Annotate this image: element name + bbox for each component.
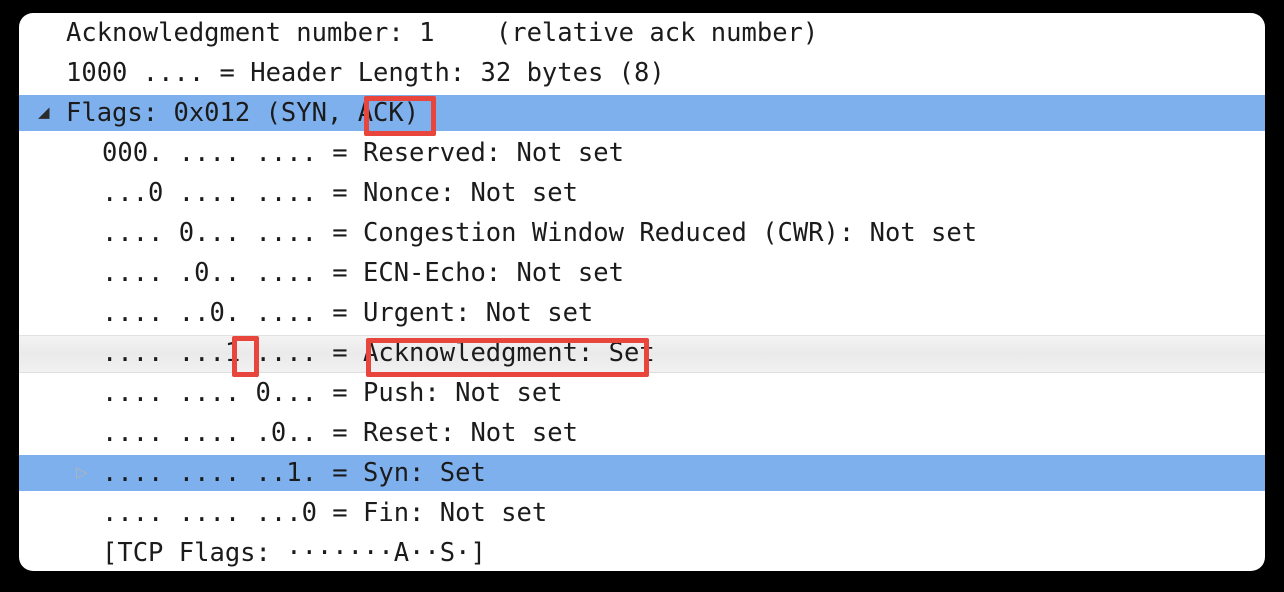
tree-row-label: .... .... ...0 = Fin: Not set: [102, 498, 548, 528]
tree-row-cwr[interactable]: .... 0... .... = Congestion Window Reduc…: [19, 213, 1265, 253]
triangle-glyph: ▷: [76, 463, 88, 481]
triangle-glyph: ◢: [38, 103, 50, 121]
tree-row-label: .... ...1 .... = Acknowledgment: Set: [102, 338, 655, 368]
tree-row-label: .... .... 0... = Push: Not set: [102, 378, 563, 408]
tree-row-push[interactable]: .... .... 0... = Push: Not set: [19, 373, 1265, 413]
tree-row-label: .... .... ..1. = Syn: Set: [102, 458, 486, 488]
tree-row-reset[interactable]: .... .... .0.. = Reset: Not set: [19, 413, 1265, 453]
packet-details-panel: Acknowledgment number: 1 (relative ack n…: [19, 13, 1265, 571]
tree-row-syn[interactable]: ▷ .... .... ..1. = Syn: Set: [19, 453, 1265, 493]
tree-row-ecn-echo[interactable]: .... .0.. .... = ECN-Echo: Not set: [19, 253, 1265, 293]
tree-row-nonce[interactable]: ...0 .... .... = Nonce: Not set: [19, 173, 1265, 213]
packet-detail-tree[interactable]: Acknowledgment number: 1 (relative ack n…: [19, 13, 1265, 571]
tree-row-label: Flags: 0x012 (SYN, ACK): [66, 98, 420, 128]
tree-row-tcp-flags-summary[interactable]: [TCP Flags: ·······A··S·]: [19, 533, 1265, 571]
tree-row-reserved[interactable]: 000. .... .... = Reserved: Not set: [19, 133, 1265, 173]
expanded-triangle-icon[interactable]: ◢: [38, 93, 58, 133]
tree-row-label: .... ..0. .... = Urgent: Not set: [102, 298, 594, 328]
tree-row-header-length[interactable]: 1000 .... = Header Length: 32 bytes (8): [19, 53, 1265, 93]
tree-row-ack-number[interactable]: Acknowledgment number: 1 (relative ack n…: [19, 13, 1265, 53]
tree-row-label: .... .0.. .... = ECN-Echo: Not set: [102, 258, 624, 288]
collapsed-triangle-icon[interactable]: ▷: [76, 453, 96, 493]
tree-row-flags[interactable]: ◢ Flags: 0x012 (SYN, ACK): [19, 93, 1265, 133]
tree-row-acknowledgment[interactable]: .... ...1 .... = Acknowledgment: Set: [19, 333, 1265, 373]
tree-row-urgent[interactable]: .... ..0. .... = Urgent: Not set: [19, 293, 1265, 333]
tree-row-label: 000. .... .... = Reserved: Not set: [102, 138, 624, 168]
tree-row-label: .... 0... .... = Congestion Window Reduc…: [102, 218, 978, 248]
tree-row-label: [TCP Flags: ·······A··S·]: [102, 538, 486, 568]
tree-row-label: 1000 .... = Header Length: 32 bytes (8): [66, 58, 665, 88]
screenshot-root: Acknowledgment number: 1 (relative ack n…: [0, 0, 1284, 592]
tree-row-fin[interactable]: .... .... ...0 = Fin: Not set: [19, 493, 1265, 533]
tree-row-label: Acknowledgment number: 1 (relative ack n…: [66, 18, 819, 48]
tree-row-label: ...0 .... .... = Nonce: Not set: [102, 178, 578, 208]
tree-row-label: .... .... .0.. = Reset: Not set: [102, 418, 578, 448]
